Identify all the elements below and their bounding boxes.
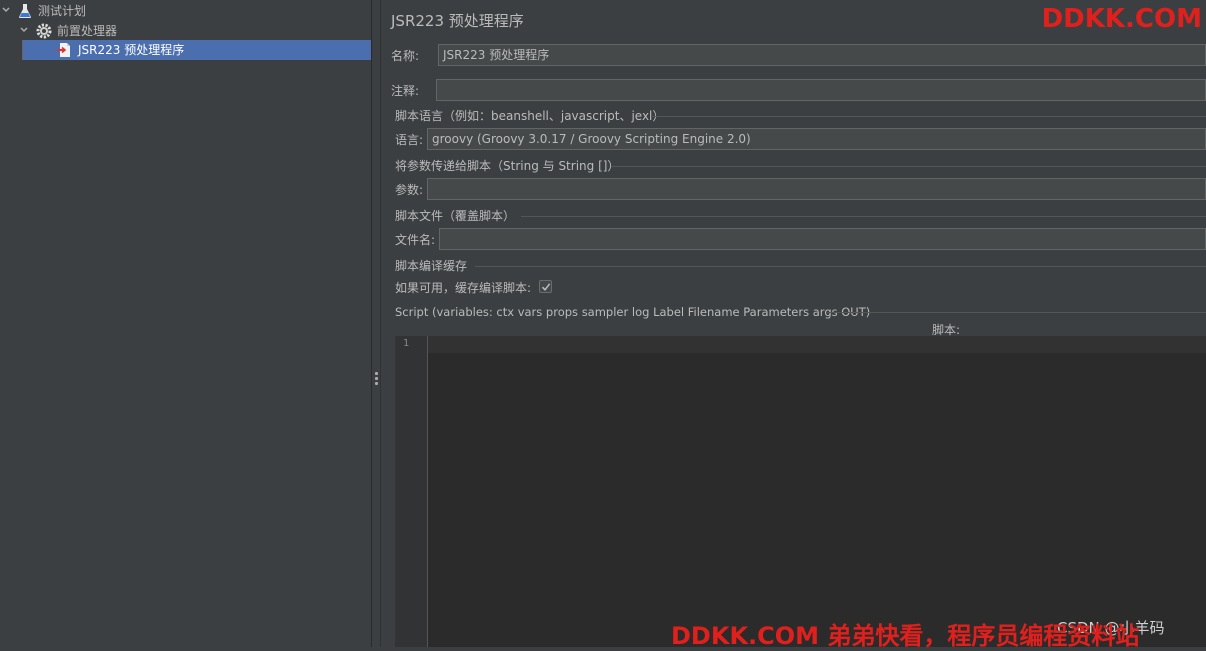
tree-item-jsr223-preprocessor[interactable]: JSR223 预处理程序 xyxy=(23,40,371,60)
tree-item-test-plan[interactable]: 测试计划 xyxy=(0,1,371,21)
watermark-top: DDKK.COM xyxy=(1041,4,1202,34)
tree-item-label: 前置处理器 xyxy=(57,24,118,38)
checkmark-icon xyxy=(541,283,551,291)
parameters-section: 将参数传递给脚本（String 与 String []） xyxy=(395,159,620,173)
chevron-down-icon[interactable] xyxy=(20,26,28,34)
tree-item-preprocessors[interactable]: 前置处理器 xyxy=(0,21,371,41)
script-language-section: 脚本语言（例如：beanshell、javascript、jexl） xyxy=(395,109,665,123)
cache-compiled-checkbox[interactable] xyxy=(539,280,552,293)
filename-input[interactable] xyxy=(439,228,1206,250)
section-divider xyxy=(651,116,1206,117)
line-number: 1 xyxy=(403,338,410,349)
filename-label: 文件名: xyxy=(395,233,436,247)
comment-label: 注释: xyxy=(391,84,420,98)
section-divider xyxy=(827,312,1206,313)
script-editor[interactable]: 1 xyxy=(395,336,1206,647)
current-line-highlight xyxy=(428,336,1206,353)
chevron-down-icon[interactable] xyxy=(2,6,10,14)
page-title: JSR223 预处理程序 xyxy=(391,12,524,30)
flask-icon xyxy=(19,4,31,18)
script-file-icon xyxy=(57,43,70,57)
tree-item-label: 测试计划 xyxy=(38,4,87,18)
script-file-section: 脚本文件（覆盖脚本） xyxy=(395,209,516,223)
script-section: Script (variables: ctx vars props sample… xyxy=(395,305,871,319)
section-divider xyxy=(611,166,1206,167)
gear-icon xyxy=(36,23,52,39)
compile-cache-section: 脚本编译缓存 xyxy=(395,259,468,273)
language-label: 语言: xyxy=(395,133,424,147)
section-divider xyxy=(521,216,1206,217)
cache-compiled-label: 如果可用，缓存编译脚本: xyxy=(395,281,532,295)
parameters-label: 参数: xyxy=(395,183,424,197)
tree-item-label: JSR223 预处理程序 xyxy=(78,43,185,57)
drag-handle-icon[interactable] xyxy=(375,372,378,387)
name-input[interactable]: JSR223 预处理程序 xyxy=(438,44,1206,66)
language-select[interactable]: groovy (Groovy 3.0.17 / Groovy Scripting… xyxy=(427,128,1206,150)
watermark-bottom: DDKK.COM 弟弟快看，程序员编程资料站 xyxy=(671,622,1140,650)
line-number-gutter: 1 xyxy=(395,336,428,647)
panel-splitter[interactable] xyxy=(371,0,381,647)
section-divider xyxy=(475,266,1206,267)
parameters-input[interactable] xyxy=(427,178,1206,200)
comment-input[interactable] xyxy=(436,79,1206,101)
jsr223-config-panel: JSR223 预处理程序 名称: JSR223 预处理程序 注释: 脚本语言（例… xyxy=(381,0,1206,647)
test-plan-tree: 测试计划 前置处理器 JSR223 预处理程序 xyxy=(0,0,371,647)
name-label: 名称: xyxy=(391,49,420,63)
